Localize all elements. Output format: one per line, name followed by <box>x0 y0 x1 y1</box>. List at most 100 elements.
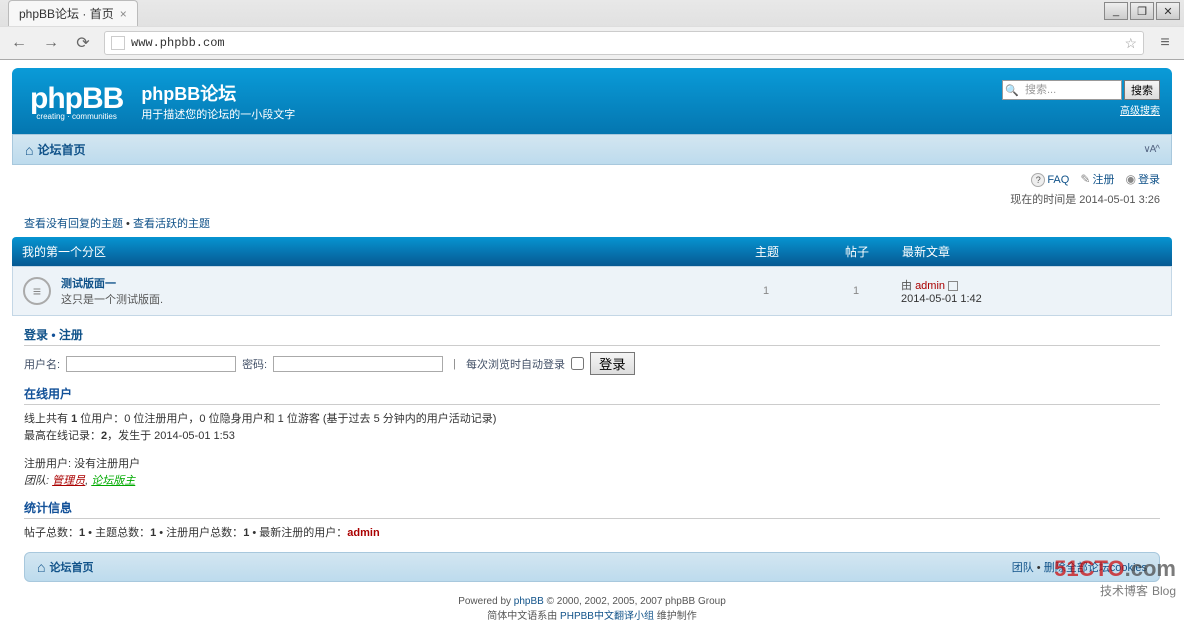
register-heading-link[interactable]: 注册 <box>59 328 83 342</box>
forum-icon: ≡ <box>23 277 51 305</box>
search-button[interactable]: 搜索 <box>1124 80 1160 100</box>
page-wrap: phpBB creating · communities phpBB论坛 用于描… <box>0 60 1184 636</box>
logo[interactable]: phpBB creating · communities <box>30 82 123 121</box>
index-link[interactable]: 论坛首页 <box>37 141 85 158</box>
category-name[interactable]: 我的第一个分区 <box>22 243 722 260</box>
stats-section: 统计信息 帖子总数：1 • 主题总数：1 • 注册用户总数：1 • 最新注册的用… <box>24 499 1160 542</box>
online-section: 在线用户 线上共有 1 位用户：0 位注册用户，0 位隐身用户和 1 位游客 (… <box>24 385 1160 489</box>
login-form: 用户名: 密码: | 每次浏览时自动登录 登录 <box>24 352 1160 375</box>
forum-main: 测试版面一 这只是一个测试版面. <box>61 275 721 307</box>
col-topics-label: 主题 <box>722 243 812 260</box>
forum-description: 这只是一个测试版面. <box>61 291 721 307</box>
online-summary: 线上共有 1 位用户：0 位注册用户，0 位隐身用户和 1 位游客 (基于过去 … <box>24 411 1160 428</box>
register-link[interactable]: 注册 <box>1080 174 1114 186</box>
online-heading: 在线用户 <box>24 385 1160 405</box>
stats-heading: 统计信息 <box>24 499 1160 519</box>
last-post-date: 2014-05-01 1:42 <box>901 293 982 305</box>
current-time: 现在的时间是 2014-05-01 3:26 <box>12 189 1172 215</box>
faq-link[interactable]: FAQ <box>1031 174 1069 186</box>
browser-tab[interactable]: phpBB论坛 · 首页 × <box>8 0 138 26</box>
username-input[interactable] <box>66 356 236 372</box>
logo-text: phpBB <box>30 82 123 116</box>
search-box: 🔍 搜索 高级搜索 <box>1002 80 1160 117</box>
legend-admin[interactable]: 管理员 <box>52 475 85 487</box>
separator: • <box>1034 562 1044 574</box>
tab-bar: phpBB论坛 · 首页 × <box>0 0 1184 26</box>
navbar: 论坛首页 ∨A^ <box>12 134 1172 165</box>
col-posts-label: 帖子 <box>812 243 902 260</box>
login-icon <box>1126 174 1138 186</box>
last-post-by-label: 由 <box>901 280 915 292</box>
faq-icon <box>1031 174 1047 186</box>
tab-close-icon[interactable]: × <box>120 7 127 21</box>
forum-row: ≡ 测试版面一 这只是一个测试版面. 1 1 由 admin 2014-05-0… <box>12 266 1172 316</box>
site-tagline: 用于描述您的论坛的一小段文字 <box>141 106 295 122</box>
post-count: 1 <box>811 285 901 297</box>
autologin-checkbox[interactable] <box>571 357 584 370</box>
autologin-label: 每次浏览时自动登录 <box>466 356 565 372</box>
register-icon <box>1080 174 1092 186</box>
breadcrumb: 论坛首页 <box>25 141 85 158</box>
window-maximize[interactable]: ❐ <box>1130 2 1154 20</box>
last-post: 由 admin 2014-05-01 1:42 <box>901 277 1161 305</box>
unanswered-link[interactable]: 查看没有回复的主题 <box>24 218 123 230</box>
footer-index-link[interactable]: 论坛首页 <box>49 559 93 575</box>
topic-count: 1 <box>721 285 811 297</box>
username-label: 用户名: <box>24 356 60 372</box>
password-input[interactable] <box>273 356 443 372</box>
login-link[interactable]: 登录 <box>1126 174 1160 186</box>
translation-link[interactable]: PHPBB中文翻译小组 <box>560 611 654 622</box>
newest-user-link[interactable]: admin <box>347 527 379 539</box>
advanced-search-link[interactable]: 高级搜索 <box>1120 106 1160 117</box>
home-icon <box>37 559 45 575</box>
legend-mod[interactable]: 论坛版主 <box>91 475 135 487</box>
logo-subtitle: creating · communities <box>30 112 123 121</box>
legend: 团队: 管理员, 论坛版主 <box>24 473 1160 490</box>
page-icon <box>111 36 125 50</box>
back-button[interactable]: ← <box>8 32 30 54</box>
window-close[interactable]: ✕ <box>1156 2 1180 20</box>
reload-button[interactable]: ⟳ <box>72 32 94 54</box>
search-icon: 🔍 <box>1003 84 1021 97</box>
separator: • <box>123 218 133 230</box>
url-input[interactable] <box>131 36 1124 50</box>
font-size-toggle[interactable]: ∨A^ <box>1143 144 1159 155</box>
copyright: Powered by phpBB © 2000, 2002, 2005, 200… <box>12 590 1172 628</box>
forward-button[interactable]: → <box>40 32 62 54</box>
browser-chrome: _ ❐ ✕ phpBB论坛 · 首页 × ← → ⟳ ☆ ≡ <box>0 0 1184 60</box>
login-submit-button[interactable]: 登录 <box>590 352 635 375</box>
forum-name-link[interactable]: 测试版面一 <box>61 278 116 290</box>
password-label: 密码: <box>242 356 267 372</box>
url-box[interactable]: ☆ <box>104 31 1144 55</box>
team-link[interactable]: 团队 <box>1012 562 1034 574</box>
stats-line: 帖子总数：1 • 主题总数：1 • 注册用户总数：1 • 最新注册的用户：adm… <box>24 525 1160 542</box>
category-header: 我的第一个分区 主题 帖子 最新文章 <box>12 237 1172 266</box>
forum-table: 我的第一个分区 主题 帖子 最新文章 ≡ 测试版面一 这只是一个测试版面. 1 … <box>12 237 1172 316</box>
registered-users: 注册用户: 没有注册用户 <box>24 456 1160 473</box>
bookmark-icon[interactable]: ☆ <box>1124 35 1137 52</box>
forum-header: phpBB creating · communities phpBB论坛 用于描… <box>12 68 1172 134</box>
delete-cookies-link[interactable]: 删除全部论坛cookies <box>1044 562 1147 574</box>
login-heading: 登录 • 注册 <box>24 326 1160 346</box>
separator: | <box>453 358 456 370</box>
quick-links: 查看没有回复的主题 • 查看活跃的主题 <box>12 215 1172 237</box>
login-section: 登录 • 注册 用户名: 密码: | 每次浏览时自动登录 登录 <box>24 326 1160 375</box>
last-post-user[interactable]: admin <box>915 280 945 292</box>
login-heading-link[interactable]: 登录 <box>24 328 48 342</box>
site-description: phpBB论坛 用于描述您的论坛的一小段文字 <box>141 80 295 122</box>
menu-button[interactable]: ≡ <box>1154 32 1176 54</box>
phpbb-link[interactable]: phpBB <box>514 596 544 607</box>
active-topics-link[interactable]: 查看活跃的主题 <box>133 218 210 230</box>
site-title: phpBB论坛 <box>141 80 295 106</box>
goto-post-icon[interactable] <box>948 281 958 291</box>
address-bar: ← → ⟳ ☆ ≡ <box>0 26 1184 59</box>
user-links: FAQ 注册 登录 <box>12 165 1172 189</box>
col-lastpost-label: 最新文章 <box>902 243 1162 260</box>
search-input[interactable] <box>1021 83 1121 97</box>
window-controls: _ ❐ ✕ <box>1104 2 1180 20</box>
home-icon <box>25 142 33 158</box>
tab-title: phpBB论坛 · 首页 <box>19 5 114 22</box>
window-minimize[interactable]: _ <box>1104 2 1128 20</box>
online-record: 最高在线记录：2，发生于 2014-05-01 1:53 <box>24 428 1160 445</box>
footer-nav: 论坛首页 团队 • 删除全部论坛cookies <box>24 552 1160 582</box>
